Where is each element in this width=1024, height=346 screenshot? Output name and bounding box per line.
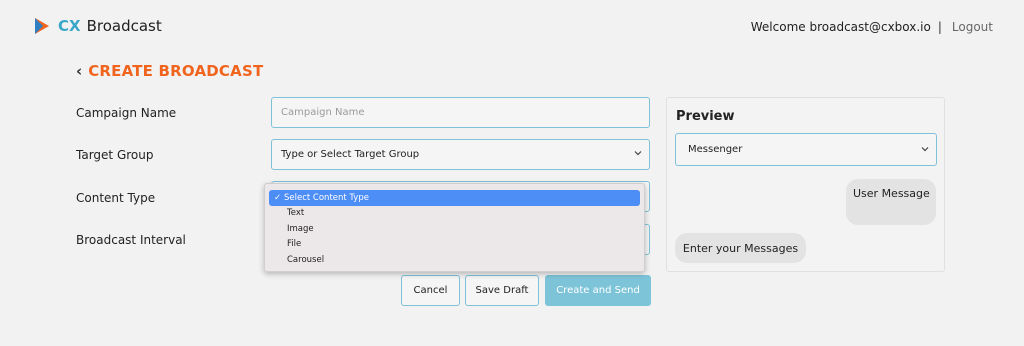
dropdown-option[interactable]: File	[269, 237, 640, 253]
play-logo-icon	[35, 18, 49, 34]
app-logo[interactable]: CX Broadcast	[34, 17, 162, 35]
dropdown-option[interactable]: Image	[269, 221, 640, 237]
target-group-label: Target Group	[76, 148, 154, 162]
target-group-select[interactable]: Type or Select Target Group	[271, 139, 650, 170]
user-bar: Welcome broadcast@cxbox.io | Logout	[751, 20, 993, 34]
logo-name: Broadcast	[86, 17, 162, 35]
chevron-down-icon	[634, 151, 642, 156]
logout-link[interactable]: Logout	[952, 20, 993, 34]
app-title: CX Broadcast	[58, 17, 162, 35]
content-type-label: Content Type	[76, 191, 156, 205]
save-draft-button[interactable]: Save Draft	[465, 275, 539, 306]
campaign-name-label: Campaign Name	[76, 106, 177, 120]
preview-title: Preview	[676, 109, 735, 124]
dropdown-option[interactable]: ✓ Select Content Type	[269, 190, 640, 206]
target-group-value: Type or Select Target Group	[281, 149, 420, 160]
separator: |	[937, 20, 942, 34]
campaign-name-field[interactable]	[271, 97, 650, 128]
chevron-down-icon	[921, 147, 929, 152]
create-and-send-button[interactable]: Create and Send	[545, 275, 651, 306]
check-icon: ✓	[274, 192, 282, 203]
broadcast-interval-label: Broadcast Interval	[76, 233, 186, 247]
dropdown-option-label: Select Content Type	[284, 192, 369, 203]
welcome-text: Welcome broadcast@cxbox.io	[750, 20, 931, 34]
enter-messages-bubble[interactable]: Enter your Messages	[675, 233, 806, 263]
chevron-left-icon[interactable]: ‹	[76, 62, 82, 80]
logo-cx: CX	[58, 17, 81, 35]
cancel-button[interactable]: Cancel	[401, 275, 460, 306]
user-message-bubble: User Message	[846, 179, 936, 225]
channel-select[interactable]: Messenger	[675, 133, 937, 166]
page-title: CREATE BROADCAST	[88, 62, 264, 80]
page-header: ‹ CREATE BROADCAST	[76, 62, 263, 80]
channel-value: Messenger	[688, 144, 743, 155]
campaign-name-input[interactable]	[281, 107, 649, 118]
dropdown-option[interactable]: Text	[269, 206, 640, 222]
preview-panel: Preview Messenger User Message Enter you…	[666, 97, 945, 272]
dropdown-option[interactable]: Carousel	[269, 252, 640, 268]
content-type-dropdown: ✓ Select Content Type Text Image File Ca…	[264, 183, 645, 272]
